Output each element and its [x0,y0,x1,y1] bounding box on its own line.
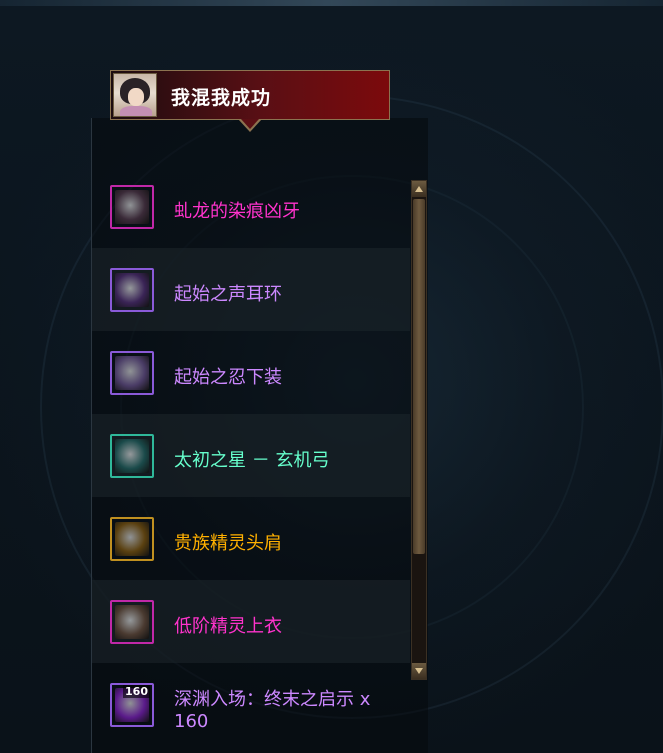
item-name: 太初之星 － 玄机弓 [174,450,330,471]
pants-icon [110,351,154,395]
scroll-down-button[interactable] [412,663,426,679]
abyss-orb-icon: 160 [110,683,154,727]
dragon-fang-icon [110,185,154,229]
list-item[interactable]: 低阶精灵上衣 [92,580,410,663]
list-item[interactable]: 虬龙的染痕凶牙 [92,165,410,248]
item-list: 虬龙的染痕凶牙 起始之声耳环 起始之忍下装 太初之星 － 玄机弓 贵族精灵头肩 … [92,165,410,746]
item-name: 起始之声耳环 [174,284,282,305]
player-header: 我混我成功 [110,70,390,120]
list-item[interactable]: 160 深渊入场：终末之启示 x 160 [92,663,410,746]
header-pointer-inner [241,119,259,129]
list-item[interactable]: 贵族精灵头肩 [92,497,410,580]
shoulder-icon [110,517,154,561]
item-count-badge: 160 [123,685,150,698]
item-name: 低阶精灵上衣 [174,616,282,637]
bow-icon [110,434,154,478]
list-item[interactable]: 起始之声耳环 [92,248,410,331]
top-frame-line [0,0,663,6]
scrollbar-thumb[interactable] [413,199,425,554]
list-item[interactable]: 太初之星 － 玄机弓 [92,414,410,497]
item-name: 贵族精灵头肩 [174,533,282,554]
item-name: 虬龙的染痕凶牙 [174,201,300,222]
earring-icon [110,268,154,312]
item-name: 起始之忍下装 [174,367,282,388]
tunic-icon [110,600,154,644]
scroll-up-button[interactable] [412,181,426,197]
item-name: 深渊入场：终末之启示 x 160 [174,689,371,732]
player-name: 我混我成功 [171,87,272,109]
scrollbar[interactable] [411,180,427,680]
avatar [113,73,157,117]
list-item[interactable]: 起始之忍下装 [92,331,410,414]
